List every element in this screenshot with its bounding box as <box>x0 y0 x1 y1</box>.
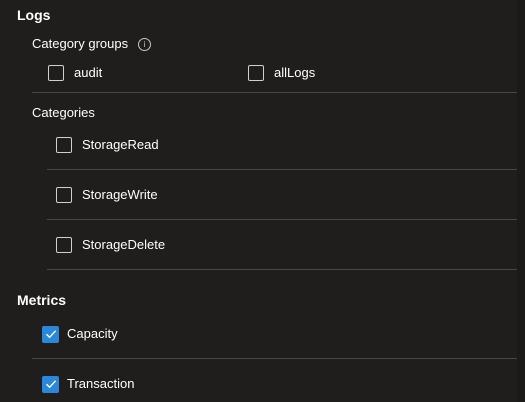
category-groups-header: Category groups i <box>32 35 152 53</box>
alllogs-checkbox[interactable] <box>248 65 264 81</box>
audit-checkbox[interactable] <box>48 65 64 81</box>
capacity-checkbox[interactable] <box>42 325 59 343</box>
category-divider <box>47 169 517 170</box>
categories-label: Categories <box>32 105 95 120</box>
category-storagewrite[interactable]: StorageWrite <box>56 185 158 205</box>
category-group-audit[interactable]: audit <box>48 63 102 83</box>
storageread-checkbox[interactable] <box>56 137 72 153</box>
storagedelete-label: StorageDelete <box>82 237 166 252</box>
logs-section-title: Logs <box>17 7 51 23</box>
alllogs-label: allLogs <box>274 65 316 80</box>
transaction-label: Transaction <box>67 376 135 391</box>
storagewrite-checkbox[interactable] <box>56 187 72 203</box>
categories-header: Categories <box>32 104 95 122</box>
category-storageread[interactable]: StorageRead <box>56 135 159 155</box>
checkmark-icon <box>45 380 56 389</box>
transaction-checkbox[interactable] <box>42 375 59 393</box>
metrics-section-title: Metrics <box>17 292 67 308</box>
storagewrite-label: StorageWrite <box>82 187 158 202</box>
metric-capacity[interactable]: Capacity <box>42 324 118 344</box>
category-group-alllogs[interactable]: allLogs <box>248 63 315 83</box>
audit-label: audit <box>74 65 103 80</box>
category-groups-label: Category groups <box>32 36 129 51</box>
metrics-divider <box>32 358 517 359</box>
capacity-label: Capacity <box>67 326 118 341</box>
checkmark-icon <box>45 330 56 339</box>
storagedelete-checkbox[interactable] <box>56 237 72 253</box>
category-divider <box>47 219 517 220</box>
category-divider <box>47 269 517 270</box>
scrollbar-track[interactable] <box>517 0 525 402</box>
storageread-label: StorageRead <box>82 137 159 152</box>
category-storagedelete[interactable]: StorageDelete <box>56 235 165 255</box>
metric-transaction[interactable]: Transaction <box>42 374 134 394</box>
category-groups-divider <box>32 92 517 93</box>
info-icon[interactable]: i <box>138 37 152 51</box>
